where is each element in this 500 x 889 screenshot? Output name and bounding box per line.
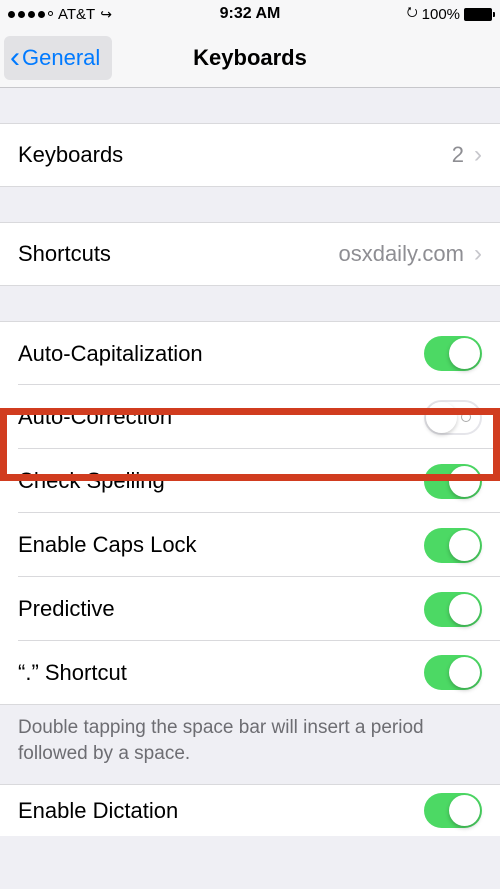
auto-capitalization-row: Auto-Capitalization [0, 321, 500, 385]
signal-strength-icon [8, 11, 53, 18]
predictive-row: Predictive [0, 577, 500, 641]
check-spelling-row: Check Spelling [0, 449, 500, 513]
battery-percentage: 100% [422, 6, 460, 23]
shortcuts-label: Shortcuts [18, 241, 338, 267]
orientation-lock-icon: ⭮ [407, 3, 418, 25]
keyboards-count: 2 [452, 142, 464, 168]
auto-capitalization-toggle[interactable] [424, 336, 482, 371]
period-shortcut-label: “.” Shortcut [18, 660, 424, 686]
chevron-left-icon: ‹ [10, 43, 20, 73]
auto-correction-label: Auto-Correction [18, 404, 424, 430]
keyboards-row[interactable]: Keyboards 2 › [0, 123, 500, 187]
status-right: ⭮ 100% [280, 3, 492, 25]
predictive-toggle[interactable] [424, 592, 482, 627]
chevron-right-icon: › [474, 141, 482, 169]
page-title: Keyboards [193, 45, 307, 71]
period-shortcut-toggle[interactable] [424, 655, 482, 690]
navigation-bar: ‹ General Keyboards [0, 28, 500, 88]
shortcuts-value: osxdaily.com [338, 241, 464, 267]
keyboard-toggles-group: Auto-Capitalization Auto-Correction Chec… [0, 321, 500, 705]
carrier-label: AT&T [58, 6, 95, 23]
back-button[interactable]: ‹ General [4, 36, 112, 80]
keyboards-label: Keyboards [18, 142, 452, 168]
dictation-group: Enable Dictation [0, 784, 500, 836]
wifi-icon: ↪ [100, 6, 112, 23]
caps-lock-row: Enable Caps Lock [0, 513, 500, 577]
period-shortcut-row: “.” Shortcut [0, 641, 500, 705]
enable-dictation-toggle[interactable] [424, 793, 482, 828]
enable-dictation-row: Enable Dictation [0, 784, 500, 836]
footer-hint: Double tapping the space bar will insert… [0, 705, 500, 784]
enable-dictation-label: Enable Dictation [18, 798, 424, 824]
check-spelling-toggle[interactable] [424, 464, 482, 499]
status-left: AT&T ↪ [8, 6, 220, 23]
caps-lock-toggle[interactable] [424, 528, 482, 563]
battery-icon [464, 8, 492, 21]
caps-lock-label: Enable Caps Lock [18, 532, 424, 558]
shortcuts-row[interactable]: Shortcuts osxdaily.com › [0, 222, 500, 286]
auto-correction-toggle[interactable] [424, 400, 482, 435]
clock: 9:32 AM [220, 5, 281, 23]
chevron-right-icon: › [474, 240, 482, 268]
auto-capitalization-label: Auto-Capitalization [18, 341, 424, 367]
back-button-label: General [22, 45, 100, 71]
auto-correction-row: Auto-Correction [0, 385, 500, 449]
check-spelling-label: Check Spelling [18, 468, 424, 494]
status-bar: AT&T ↪ 9:32 AM ⭮ 100% [0, 0, 500, 28]
predictive-label: Predictive [18, 596, 424, 622]
